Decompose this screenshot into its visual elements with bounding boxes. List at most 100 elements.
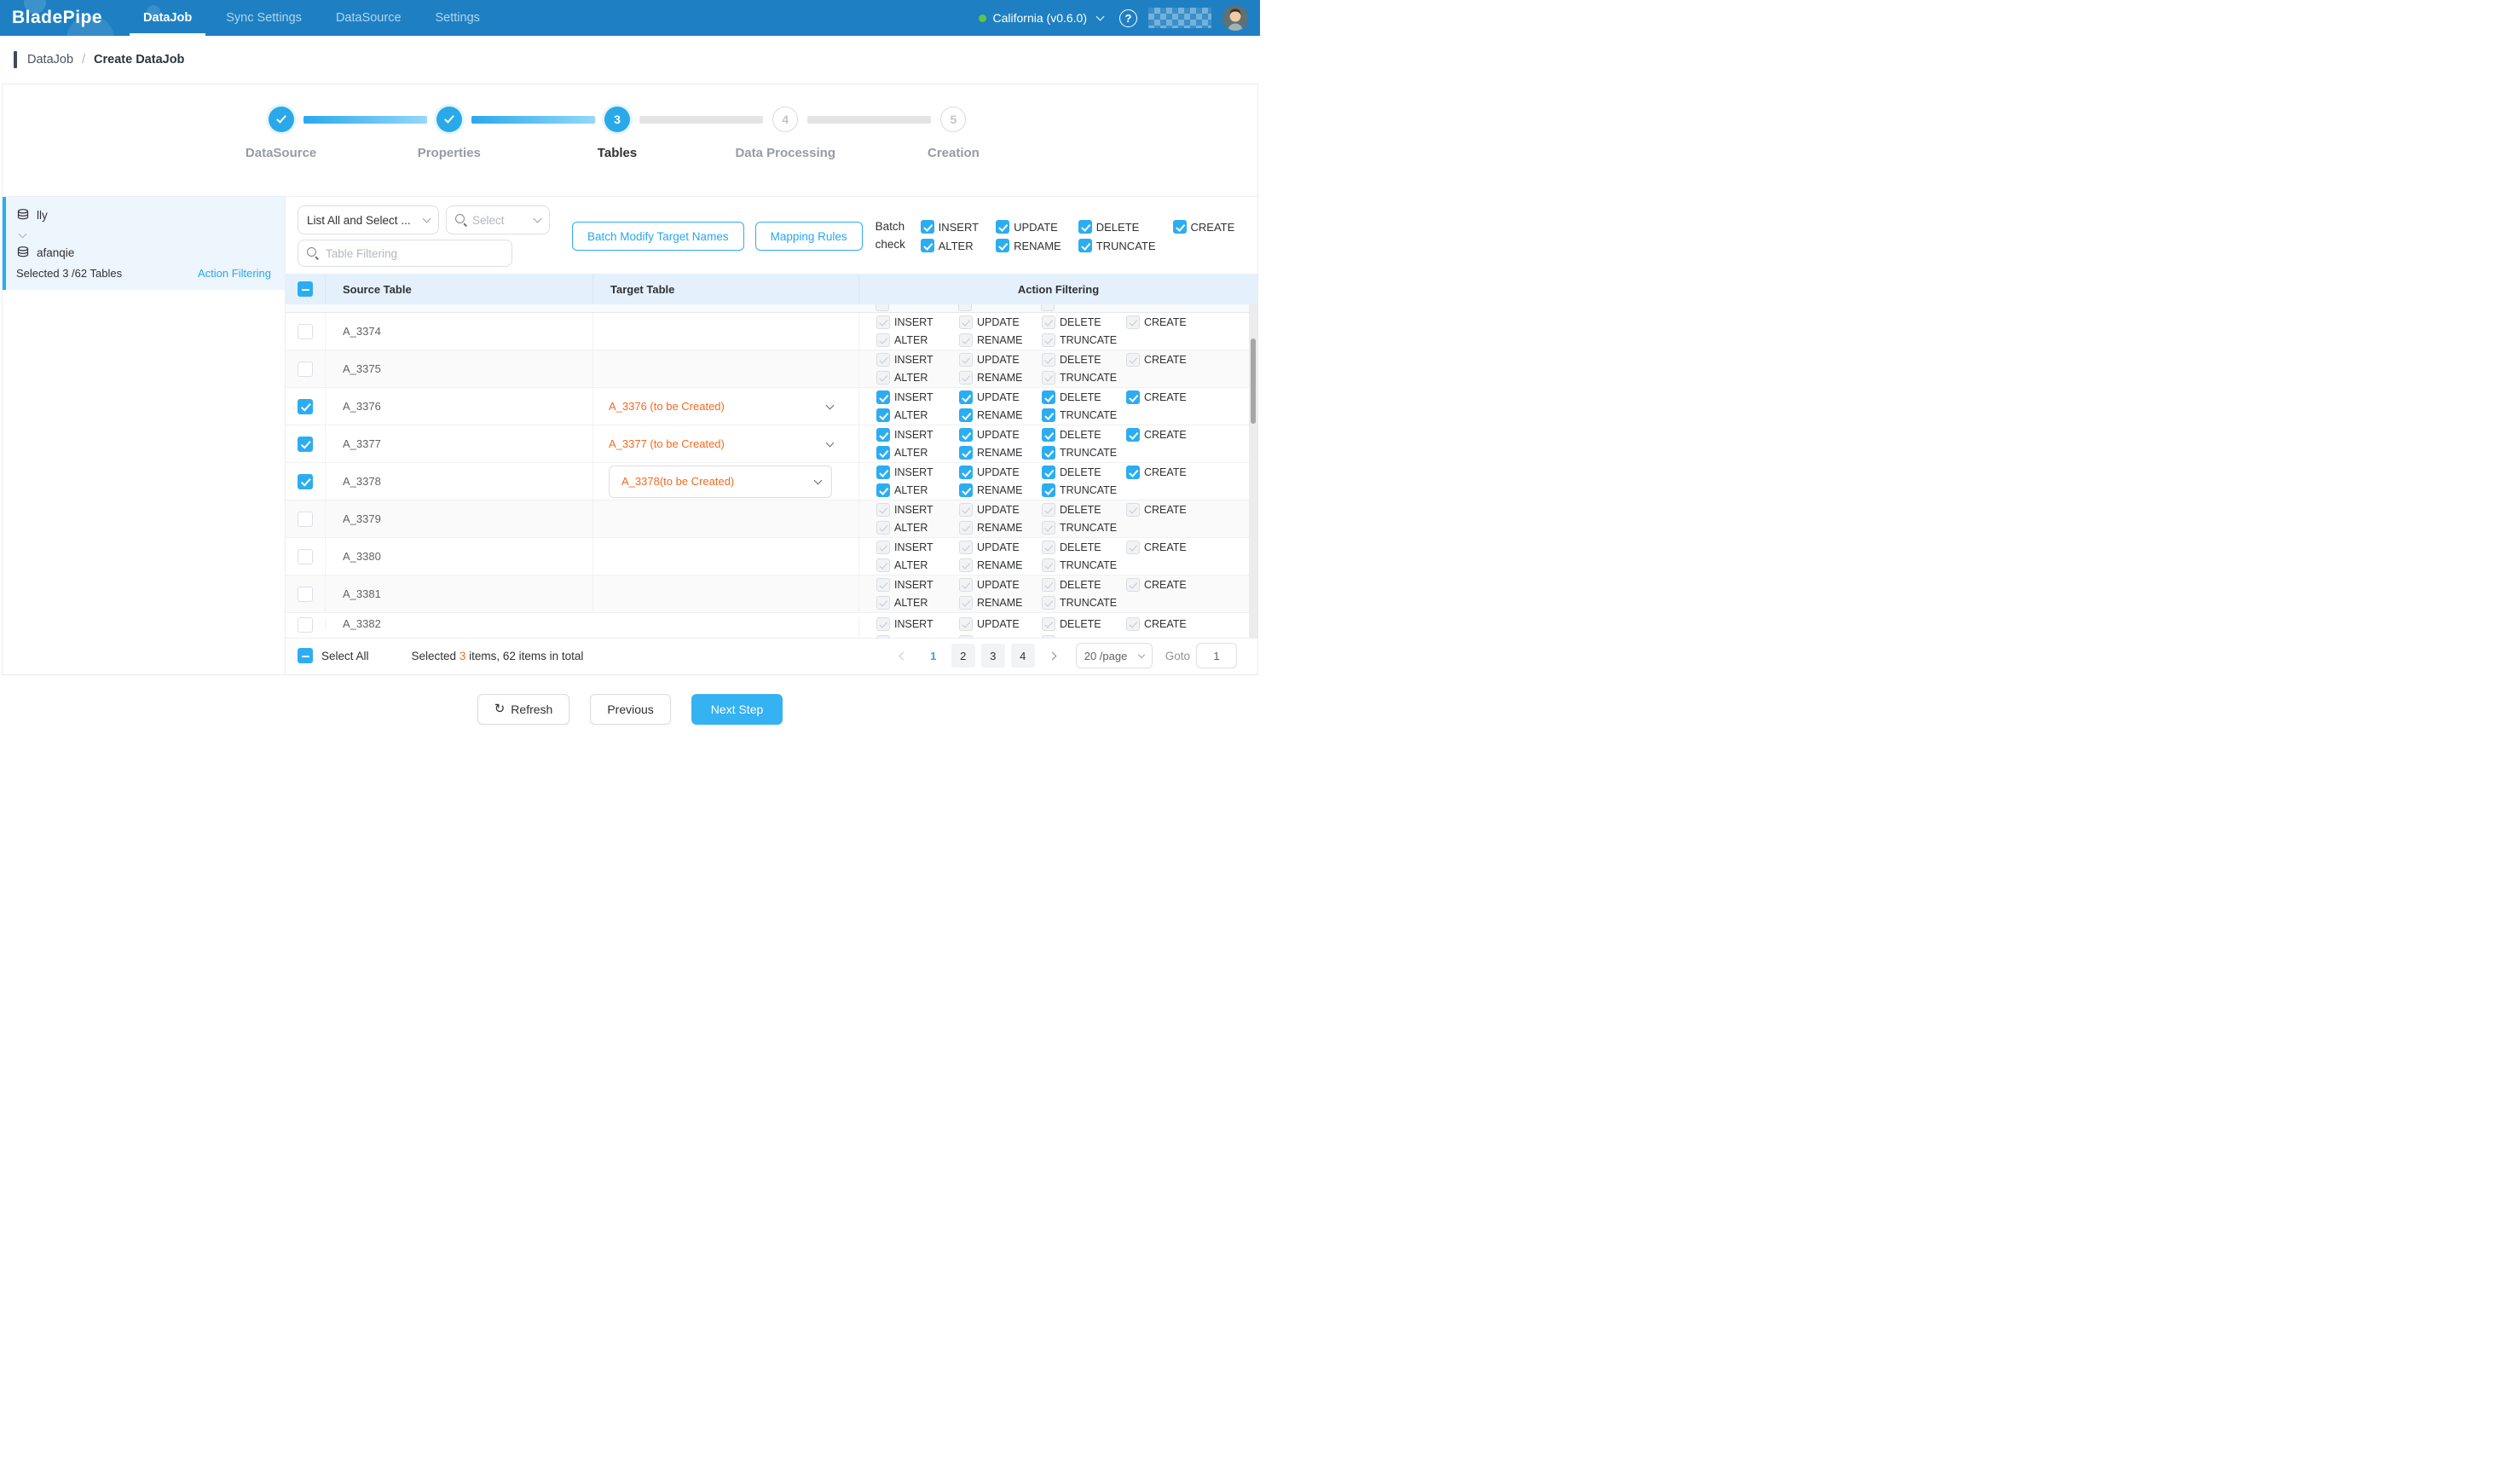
action-filter-checkbox[interactable] [959,483,973,497]
table-row[interactable]: A_3382 INSERTUPDATEDELETECREATEALTERRENA… [286,613,1257,639]
action-filter-checkbox[interactable] [876,390,890,404]
action-filter-label: ALTER [894,372,928,384]
batch-checkbox-create[interactable] [1173,220,1187,234]
previous-button[interactable]: Previous [590,694,670,725]
app-logo[interactable]: BladePipe [12,8,102,28]
page-button-2[interactable]: 2 [951,644,975,668]
nav-item-settings[interactable]: Settings [436,0,480,36]
action-filter-checkbox[interactable] [1126,428,1140,442]
avatar[interactable] [1222,5,1248,31]
page-button-4[interactable]: 4 [1011,644,1035,668]
action-filter-checkbox[interactable] [1126,466,1140,479]
table-row[interactable]: A_3375 INSERTUPDATEDELETECREATEALTERRENA… [286,350,1257,388]
action-filter-checkbox[interactable] [959,446,973,460]
page-size-select[interactable]: 20 /page [1076,643,1153,668]
table-select-dropdown[interactable]: Select [446,205,550,234]
batch-checkbox-update[interactable] [996,220,1009,234]
action-filter-checkbox [959,596,973,610]
breadcrumb-parent[interactable]: DataJob [27,53,73,67]
action-filter-checkbox[interactable] [1042,483,1055,497]
action-filtering-grid: INSERTUPDATEDELETECREATEALTERRENAMETRUNC… [876,466,1187,497]
action-filter-checkbox [959,315,973,329]
row-select-checkbox[interactable] [298,474,313,489]
action-filter-label: ALTER [894,409,928,421]
action-filter-checkbox[interactable] [1042,446,1055,460]
action-filter-checkbox[interactable] [1042,428,1055,442]
list-mode-select[interactable]: List All and Select ... [298,205,439,234]
batch-checkbox-alter[interactable] [921,239,934,252]
action-filter-checkbox[interactable] [1042,390,1055,404]
nav-item-sync-settings[interactable]: Sync Settings [226,0,302,36]
action-filter-item: INSERT [876,353,959,367]
datasource-pair-item[interactable]: lly afanqie Selected 3 /62 Tables Acti [3,197,285,290]
scrollbar-track[interactable] [1249,304,1257,638]
table-row[interactable]: A_3379 INSERTUPDATEDELETECREATEALTERRENA… [286,500,1257,538]
select-all-header-checkbox[interactable] [298,281,313,297]
row-select-checkbox[interactable] [298,512,313,527]
scrollbar-thumb[interactable] [1251,338,1256,424]
target-table-select[interactable]: A_3378(to be Created) [609,466,832,498]
action-filter-checkbox[interactable] [876,446,890,460]
environment-selector[interactable]: California (v0.6.0) [979,11,1104,25]
action-filter-checkbox[interactable] [959,408,973,422]
table-row[interactable]: A_3381 INSERTUPDATEDELETECREATEALTERRENA… [286,576,1257,613]
row-select-checkbox[interactable] [298,617,313,633]
action-filter-label: RENAME [977,447,1022,459]
mapping-rules-button[interactable]: Mapping Rules [755,222,863,251]
batch-checkbox-delete[interactable] [1078,220,1092,234]
row-select-checkbox[interactable] [298,549,313,564]
target-table-select[interactable]: A_3376 (to be Created) [609,400,858,413]
row-select-checkbox[interactable] [298,587,313,602]
table-row[interactable]: A_3378 A_3378(to be Created) INSERTUPDAT… [286,463,1257,500]
target-table-select[interactable]: A_3377 (to be Created) [609,437,858,450]
table-filter-input[interactable] [326,247,503,260]
action-filter-checkbox[interactable] [1042,466,1055,479]
help-icon[interactable]: ? [1119,9,1137,27]
table-row[interactable]: A_3380 INSERTUPDATEDELETECREATEALTERRENA… [286,538,1257,576]
row-select-checkbox[interactable] [298,362,313,377]
action-filter-checkbox [876,353,890,367]
action-filter-checkbox[interactable] [959,466,973,479]
page-button-1[interactable]: 1 [922,644,945,668]
select-all-footer-checkbox[interactable] [298,648,313,663]
page-button-3[interactable]: 3 [981,644,1005,668]
action-filter-checkbox [959,558,973,572]
action-filter-checkbox[interactable] [876,466,890,479]
batch-checkbox-insert[interactable] [921,220,934,234]
row-select-checkbox[interactable] [298,399,313,414]
nav-item-datasource[interactable]: DataSource [336,0,402,36]
action-filter-item: TRUNCATE [1042,333,1126,347]
row-select-checkbox[interactable] [298,324,313,339]
next-step-button[interactable]: Next Step [691,694,783,725]
action-filter-label: DELETE [1060,316,1101,328]
refresh-button[interactable]: ↻ Refresh [477,694,570,725]
action-filter-checkbox [876,578,890,592]
stepper-connector [471,116,595,124]
action-filter-checkbox[interactable] [876,428,890,442]
batch-modify-target-names-button[interactable]: Batch Modify Target Names [572,222,744,251]
action-filter-checkbox[interactable] [876,483,890,497]
next-page-button[interactable] [1041,644,1065,668]
table-row[interactable]: A_3374 INSERTUPDATEDELETECREATEALTERRENA… [286,313,1257,350]
batch-checkbox-truncate[interactable] [1078,239,1092,252]
table-row[interactable]: A_3376 A_3376 (to be Created) INSERTUPDA… [286,388,1257,425]
goto-page-input[interactable] [1196,643,1237,668]
table-row[interactable]: A_3377 A_3377 (to be Created) INSERTUPDA… [286,425,1257,463]
action-filter-checkbox[interactable] [1126,390,1140,404]
action-filter-checkbox [959,371,973,385]
batch-checkbox-rename[interactable] [996,239,1009,252]
action-filter-checkbox [1126,617,1140,631]
action-filter-item: INSERT [876,617,959,631]
action-filtering-link[interactable]: Action Filtering [198,267,271,280]
row-select-checkbox[interactable] [298,437,313,452]
action-filter-checkbox[interactable] [959,428,973,442]
chevron-down-icon [423,215,431,223]
nav-item-datajob[interactable]: DataJob [143,0,192,36]
action-filter-checkbox[interactable] [1042,408,1055,422]
action-filter-checkbox[interactable] [876,408,890,422]
prev-page-button[interactable] [892,644,916,668]
goto-label: Goto [1165,650,1190,662]
action-filter-checkbox[interactable] [959,390,973,404]
action-filter-checkbox [876,503,890,517]
target-db-name: afanqie [37,246,74,259]
